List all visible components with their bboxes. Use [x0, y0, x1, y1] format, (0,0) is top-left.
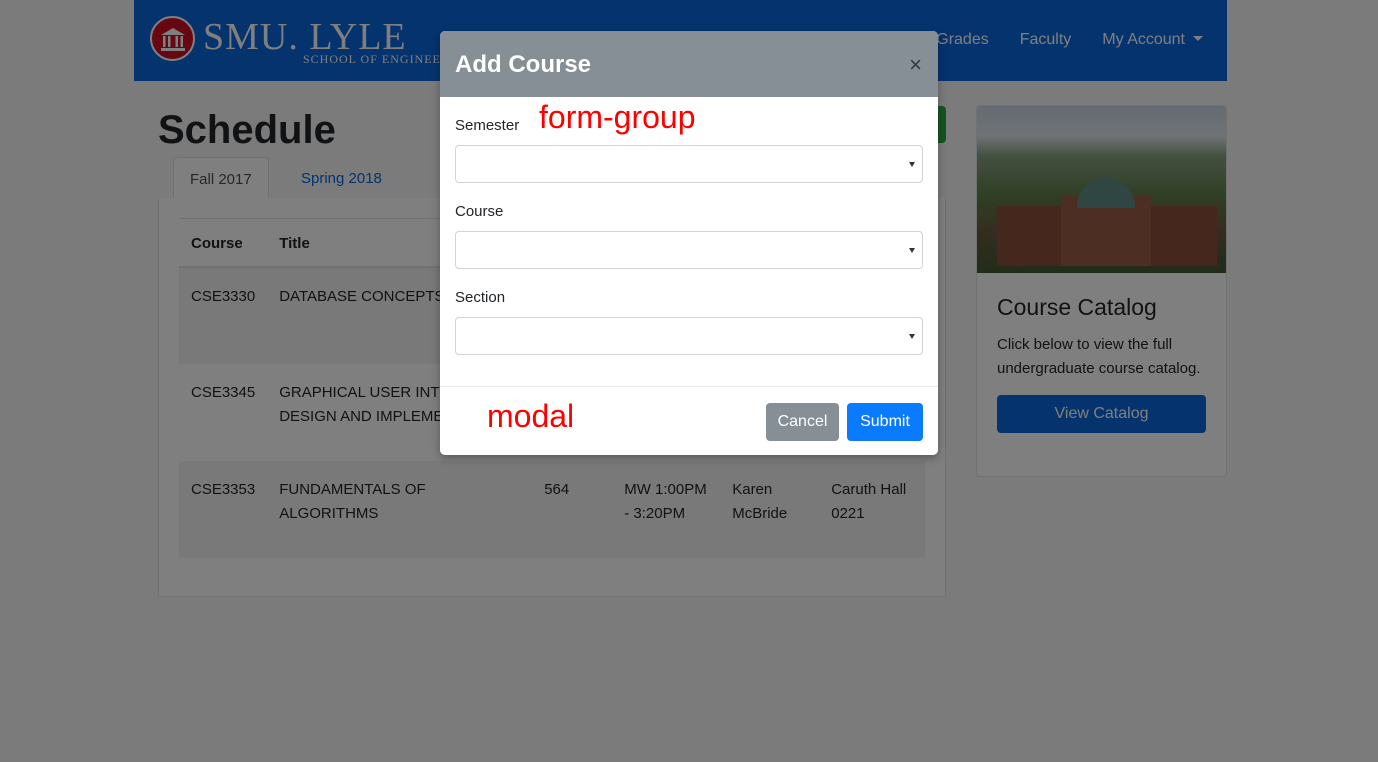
modal-annotation: modal — [487, 398, 575, 434]
submit-button[interactable]: Submit — [847, 403, 923, 441]
semester-select[interactable] — [455, 145, 923, 183]
course-select[interactable] — [455, 231, 923, 269]
form-group-annotation: form-group — [539, 99, 696, 135]
course-label: Course — [455, 203, 504, 220]
cancel-button[interactable]: Cancel — [766, 403, 839, 441]
modal-header: Add Course × — [440, 31, 938, 97]
dropdown-arrow-icon — [909, 162, 915, 167]
section-label: Section — [455, 289, 506, 306]
modal-title: Add Course — [455, 51, 592, 78]
dropdown-arrow-icon — [909, 248, 915, 253]
close-icon[interactable]: × — [909, 54, 922, 76]
add-course-modal: Add Course × Semester Course Section Can… — [440, 31, 938, 455]
section-select[interactable] — [455, 317, 923, 355]
dropdown-arrow-icon — [909, 334, 915, 339]
semester-label: Semester — [455, 117, 520, 134]
